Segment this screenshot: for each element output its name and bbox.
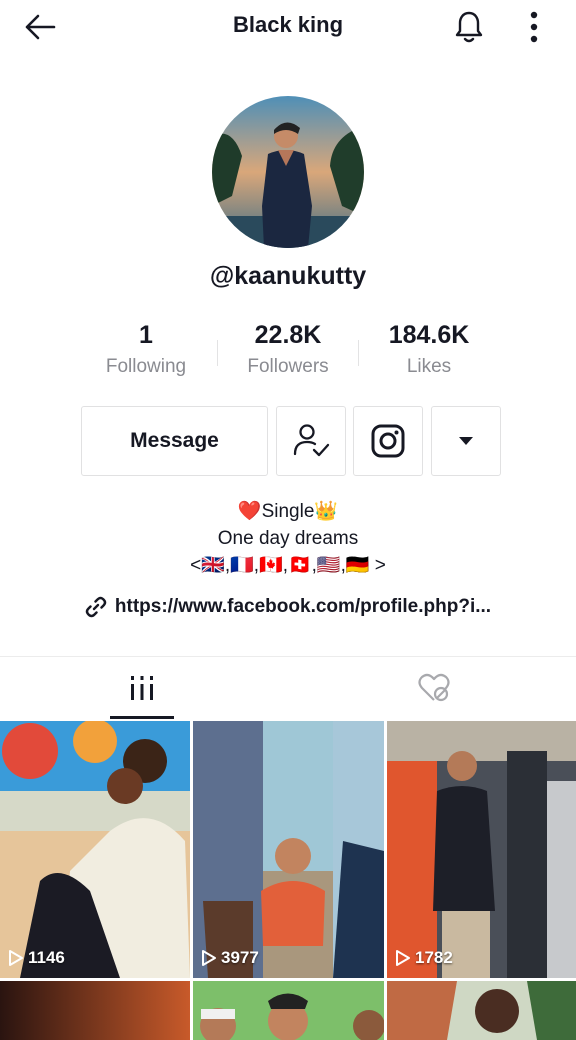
stat-following[interactable]: 1 Following xyxy=(76,318,216,378)
view-count: 1146 xyxy=(8,948,65,968)
person-check-icon xyxy=(293,424,330,457)
triangle-down-icon xyxy=(459,437,473,445)
stat-followers[interactable]: 22.8K Followers xyxy=(218,318,358,378)
followers-label: Followers xyxy=(247,356,329,377)
profile-photo xyxy=(212,96,364,248)
view-count-text: 1782 xyxy=(415,948,453,967)
vertical-dots-icon xyxy=(530,11,538,43)
likes-count: 184.6K xyxy=(388,321,470,349)
tab-videos[interactable] xyxy=(110,657,174,719)
notification-bell-button[interactable] xyxy=(448,6,490,48)
bio-link-text: https://www.facebook.com/profile.php?i..… xyxy=(114,596,492,617)
username-handle: @kaanukutty xyxy=(209,262,367,290)
heart-hidden-icon xyxy=(418,673,450,702)
bell-icon xyxy=(455,11,483,43)
avatar[interactable] xyxy=(212,96,364,248)
message-button[interactable]: Message xyxy=(81,406,268,476)
instagram-icon xyxy=(371,424,405,458)
following-status-button[interactable] xyxy=(276,406,346,476)
video-preview-image xyxy=(0,981,190,1040)
top-bar: Black king xyxy=(0,0,576,54)
more-options-button[interactable] xyxy=(518,6,550,48)
view-count-text: 3977 xyxy=(221,948,259,967)
video-preview-image xyxy=(387,721,576,978)
video-preview-image xyxy=(0,721,190,978)
active-tab-indicator xyxy=(110,716,174,719)
grid-bars-icon xyxy=(131,676,153,700)
video-thumbnail[interactable] xyxy=(193,981,384,1040)
view-count-text: 1146 xyxy=(28,948,65,967)
tab-liked[interactable] xyxy=(402,657,466,719)
bio-line: <🇬🇧,🇫🇷,🇨🇦,🇨🇭,🇺🇸,🇩🇪 > xyxy=(190,555,386,576)
suggested-accounts-dropdown[interactable] xyxy=(431,406,501,476)
stat-likes[interactable]: 184.6K Likes xyxy=(359,318,499,378)
video-thumbnail[interactable]: 1782 xyxy=(387,721,576,978)
play-icon xyxy=(202,950,216,966)
video-thumbnail[interactable] xyxy=(0,981,190,1040)
play-icon xyxy=(9,950,23,966)
instagram-button[interactable] xyxy=(353,406,423,476)
video-preview-image xyxy=(193,721,384,978)
likes-label: Likes xyxy=(406,356,452,377)
bio-line: One day dreams xyxy=(217,528,359,549)
video-thumbnail[interactable]: 1146 xyxy=(0,721,190,978)
profile-bio: ❤️Single👑 One day dreams <🇬🇧,🇫🇷,🇨🇦,🇨🇭,🇺🇸… xyxy=(0,498,576,579)
play-icon xyxy=(396,950,410,966)
bio-line: ❤️Single👑 xyxy=(237,501,339,522)
profile-actions: Message xyxy=(0,406,576,478)
following-count: 1 xyxy=(139,321,153,349)
following-label: Following xyxy=(105,356,187,377)
view-count: 1782 xyxy=(395,948,453,968)
followers-count: 22.8K xyxy=(254,321,322,349)
video-grid: 1146 3977 1782 xyxy=(0,721,576,1040)
content-tabs xyxy=(0,657,576,719)
profile-stats: 1 Following 22.8K Followers 184.6K Likes xyxy=(0,318,576,388)
video-preview-image xyxy=(193,981,384,1040)
view-count: 3977 xyxy=(201,948,259,968)
video-thumbnail[interactable] xyxy=(387,981,576,1040)
video-thumbnail[interactable]: 3977 xyxy=(193,721,384,978)
bio-link[interactable]: https://www.facebook.com/profile.php?i..… xyxy=(0,596,576,618)
video-preview-image xyxy=(387,981,576,1040)
link-icon xyxy=(85,596,107,618)
